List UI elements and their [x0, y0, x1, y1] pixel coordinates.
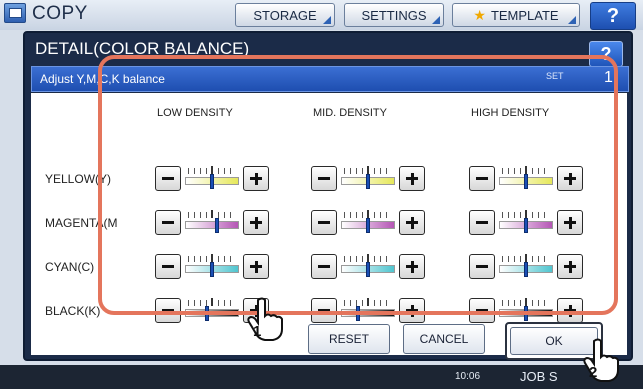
- tab-storage-label: STORAGE: [253, 7, 317, 23]
- cancel-button[interactable]: CANCEL: [403, 324, 485, 354]
- tab-arrow-icon: [323, 16, 331, 24]
- tab-settings[interactable]: SETTINGS: [344, 3, 444, 27]
- top-bar: COPY STORAGE SETTINGS ★ TEMPLATE ?: [0, 0, 643, 31]
- callout-1-hand-icon: 1: [247, 297, 283, 341]
- callout-2-number: 2: [589, 364, 597, 381]
- tab-arrow-icon: [568, 16, 576, 24]
- row-label: BLACK(K): [45, 304, 101, 318]
- job-status-button[interactable]: JOB S: [520, 369, 558, 384]
- tab-settings-label: SETTINGS: [361, 7, 427, 23]
- reset-button[interactable]: RESET: [308, 324, 390, 354]
- tab-template-label: TEMPLATE: [490, 7, 559, 23]
- highlight-frame: [98, 55, 618, 315]
- top-help-button[interactable]: ?: [590, 2, 636, 30]
- tab-template[interactable]: ★ TEMPLATE: [452, 3, 580, 27]
- star-icon: ★: [473, 6, 486, 23]
- copy-app-icon: [4, 3, 26, 23]
- callout-2-hand-icon: 2: [583, 338, 619, 382]
- row-label: CYAN(C): [45, 260, 95, 274]
- tab-storage[interactable]: STORAGE: [235, 3, 335, 27]
- status-time: 10:06: [455, 371, 481, 382]
- callout-1-number: 1: [253, 323, 261, 340]
- app-title: COPY: [32, 3, 88, 24]
- tab-arrow-icon: [432, 16, 440, 24]
